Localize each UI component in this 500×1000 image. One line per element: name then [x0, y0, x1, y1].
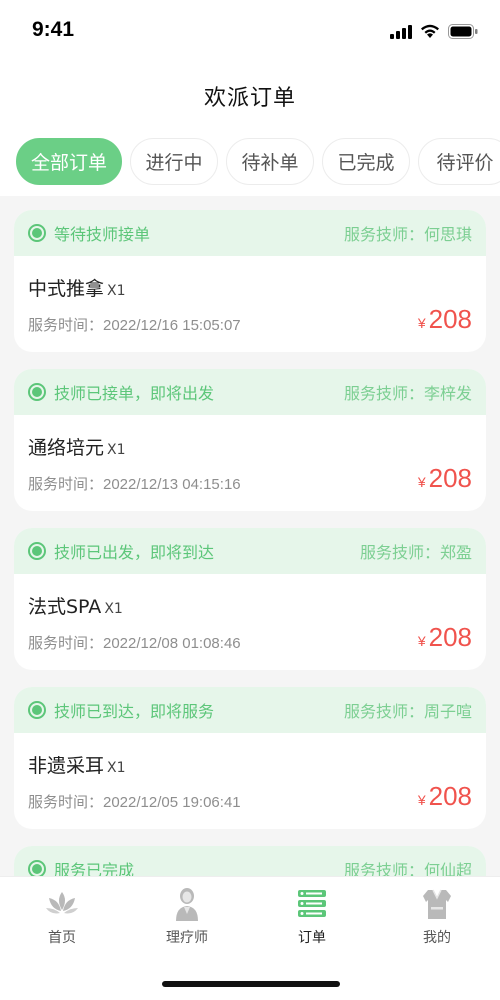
order-card[interactable]: 技师已到达，即将服务 服务技师：周子喧 非遗采耳 X1 服务时间：2022/12/… [14, 687, 486, 829]
order-price: ¥208 [418, 463, 472, 494]
order-technician: 服务技师：周子喧 [343, 702, 472, 721]
tabbar-label: 理疗师 [166, 930, 208, 946]
therapist-icon [170, 887, 204, 921]
status-dot-icon [28, 542, 46, 560]
order-card-header: 等待技师接单 服务技师：何思琪 [14, 210, 486, 256]
service-quantity: X1 [107, 283, 126, 299]
order-list-icon [295, 887, 329, 921]
tab-in-progress[interactable]: 进行中 [130, 138, 218, 185]
status-time: 9:41 [32, 18, 75, 41]
order-card[interactable]: 技师已出发，即将到达 服务技师：郑盈 法式SPA X1 服务时间：2022/12/… [14, 528, 486, 670]
service-quantity: X1 [107, 760, 126, 776]
service-line: 法式SPA X1 [28, 592, 123, 619]
price-amount: 208 [428, 781, 472, 811]
price-currency: ¥ [417, 474, 426, 490]
price-amount: 208 [428, 304, 472, 334]
order-card[interactable]: 技师已接单，即将出发 服务技师：李梓发 通络培元 X1 服务时间：2022/12/… [14, 369, 486, 511]
order-card-body: 中式推拿 X1 服务时间：2022/12/16 15:05:07 ¥208 [14, 256, 486, 352]
order-card[interactable]: 等待技师接单 服务技师：何思琪 中式推拿 X1 服务时间：2022/12/16 1… [14, 210, 486, 352]
order-card-body: 非遗采耳 X1 服务时间：2022/12/05 19:06:41 ¥208 [14, 733, 486, 829]
home-indicator [162, 981, 340, 987]
status-dot-icon [28, 224, 46, 242]
order-price: ¥208 [418, 781, 472, 812]
service-line: 通络培元 X1 [28, 433, 126, 460]
order-list: 等待技师接单 服务技师：何思琪 中式推拿 X1 服务时间：2022/12/16 1… [0, 196, 500, 876]
order-price: ¥208 [418, 622, 472, 653]
order-card-body: 法式SPA X1 服务时间：2022/12/08 01:08:46 ¥208 [14, 574, 486, 670]
order-technician: 服务技师：李梓发 [343, 384, 472, 403]
service-time: 服务时间：2022/12/08 01:08:46 [28, 635, 241, 652]
order-card-body: 通络培元 X1 服务时间：2022/12/13 04:15:16 ¥208 [14, 415, 486, 511]
profile-robe-icon [420, 887, 454, 921]
service-line: 非遗采耳 X1 [28, 751, 126, 778]
order-status: 技师已出发，即将到达 [54, 543, 215, 562]
order-card[interactable]: 服务已完成 服务技师：何仙超 [14, 846, 486, 876]
battery-icon [448, 24, 478, 39]
service-time: 服务时间：2022/12/13 04:15:16 [28, 476, 241, 493]
price-currency: ¥ [417, 633, 426, 649]
lotus-icon [45, 887, 79, 921]
order-price: ¥208 [418, 304, 472, 335]
tabbar-item-orders[interactable]: 订单 [267, 887, 357, 947]
tab-pending-review[interactable]: 待评价 [418, 138, 500, 185]
order-status: 技师已接单，即将出发 [54, 384, 215, 403]
tabbar-label: 首页 [48, 930, 76, 946]
order-status: 技师已到达，即将服务 [54, 702, 215, 721]
order-technician: 服务技师：郑盈 [359, 543, 472, 562]
price-amount: 208 [428, 463, 472, 493]
tabbar-item-home[interactable]: 首页 [17, 887, 107, 947]
service-quantity: X1 [107, 442, 126, 458]
order-status: 等待技师接单 [54, 225, 151, 244]
service-name: 非遗采耳 [28, 755, 105, 777]
status-dot-icon [28, 383, 46, 401]
order-technician: 服务技师：何仙超 [343, 861, 472, 876]
price-amount: 208 [428, 622, 472, 652]
order-technician: 服务技师：何思琪 [343, 225, 472, 244]
service-name: 中式推拿 [28, 278, 105, 300]
service-name: 法式SPA [28, 596, 102, 618]
price-currency: ¥ [417, 315, 426, 331]
order-filter-tabs: 全部订单 进行中 待补单 已完成 待评价 [0, 128, 500, 196]
tab-all-orders[interactable]: 全部订单 [16, 138, 122, 185]
service-name: 通络培元 [28, 437, 105, 459]
status-icons [390, 24, 478, 39]
tabbar-label: 我的 [423, 930, 451, 946]
order-card-header: 技师已出发，即将到达 服务技师：郑盈 [14, 528, 486, 574]
service-quantity: X1 [104, 601, 123, 617]
page-title: 欢派订单 [203, 86, 296, 111]
order-card-header: 服务已完成 服务技师：何仙超 [14, 846, 486, 876]
status-bar: 9:41 [0, 0, 500, 66]
price-currency: ¥ [417, 792, 426, 808]
service-line: 中式推拿 X1 [28, 274, 126, 301]
status-dot-icon [28, 701, 46, 719]
tabbar-label: 订单 [298, 930, 326, 946]
order-status: 服务已完成 [54, 861, 135, 876]
wifi-icon [421, 24, 439, 38]
order-card-header: 技师已到达，即将服务 服务技师：周子喧 [14, 687, 486, 733]
tabbar-item-profile[interactable]: 我的 [392, 887, 482, 947]
order-card-header: 技师已接单，即将出发 服务技师：李梓发 [14, 369, 486, 415]
nav-bar: 欢派订单 [0, 66, 500, 128]
bottom-tab-bar: 首页 理疗师 订单 我的 [0, 876, 500, 1000]
service-time: 服务时间：2022/12/05 19:06:41 [28, 794, 241, 811]
signal-icon [390, 24, 412, 39]
status-dot-icon [28, 860, 46, 876]
service-time: 服务时间：2022/12/16 15:05:07 [28, 317, 241, 334]
tabbar-item-therapist[interactable]: 理疗师 [142, 887, 232, 947]
tab-pending-supplement[interactable]: 待补单 [226, 138, 314, 185]
tab-completed[interactable]: 已完成 [322, 138, 410, 185]
